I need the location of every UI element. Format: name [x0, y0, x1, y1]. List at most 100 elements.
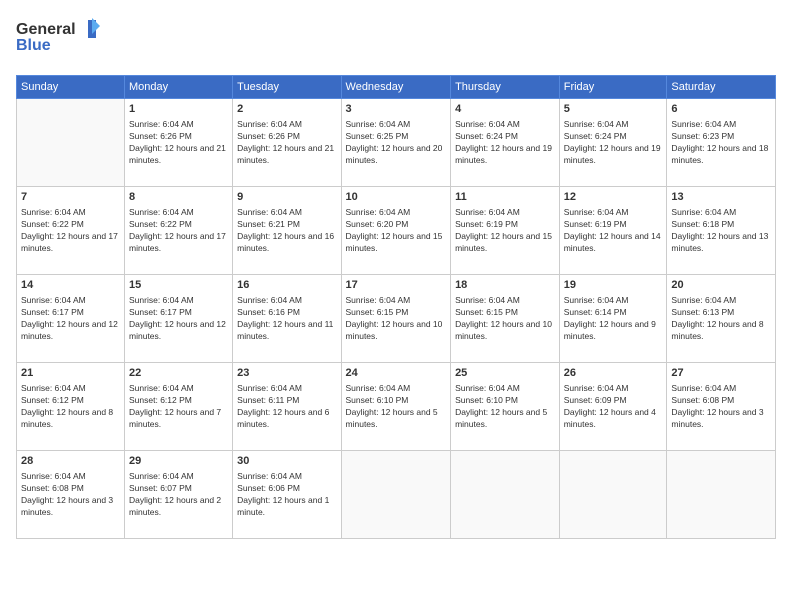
day-number: 11	[455, 190, 555, 205]
day-info: Sunrise: 6:04 AMSunset: 6:24 PMDaylight:…	[564, 119, 663, 167]
calendar-cell	[667, 451, 776, 539]
sunrise-label: Sunrise: 6:04 AM	[455, 383, 520, 393]
sunrise-label: Sunrise: 6:04 AM	[21, 383, 86, 393]
day-number: 22	[129, 366, 228, 381]
calendar-cell: 23Sunrise: 6:04 AMSunset: 6:11 PMDayligh…	[233, 363, 341, 451]
sunrise-label: Sunrise: 6:04 AM	[671, 207, 736, 217]
calendar-cell: 12Sunrise: 6:04 AMSunset: 6:19 PMDayligh…	[559, 187, 667, 275]
day-number: 10	[346, 190, 447, 205]
calendar-cell	[451, 451, 560, 539]
day-header-thursday: Thursday	[451, 76, 560, 99]
calendar-cell: 24 Sunrise: 6:04 AMSunset: 6:10 PMDayligh…	[341, 363, 451, 451]
day-info: Sunrise: 6:04 AM Sunset: 6:23 PM Daylight:…	[671, 119, 771, 167]
calendar-cell: 17Sunrise: 6:04 AMSunset: 6:15 PMDayligh…	[341, 275, 451, 363]
sunset-label: Sunset: 6:24 PM	[455, 131, 518, 141]
day-info: Sunrise: 6:04 AMSunset: 6:08 PMDaylight:…	[21, 471, 120, 519]
day-number: 30	[237, 454, 336, 469]
page: General Blue SundayMondayTuesdayWednesda…	[0, 0, 792, 612]
day-info: Sunrise: 6:04 AMSunset: 6:17 PMDaylight:…	[21, 295, 120, 343]
sunset-label: Sunset: 6:12 PM	[21, 395, 84, 405]
day-number: 1	[129, 102, 228, 117]
day-info: Sunrise: 6:04 AMSunset: 6:10 PMDaylight:…	[346, 383, 447, 431]
daylight-label: Daylight: 12 hours and 17 minutes.	[129, 231, 226, 253]
sunrise-label: Sunrise: 6:04 AM	[671, 119, 736, 129]
logo-content: General Blue	[16, 16, 106, 65]
calendar-week-3: 14 Sunrise: 6:04 AM Sunset: 6:17 PM Dayligh…	[17, 275, 776, 363]
day-info: Sunrise: 6:04 AMSunset: 6:19 PMDaylight:…	[564, 207, 663, 255]
sunset-label: Sunset: 6:24 PM	[564, 131, 627, 141]
sunset-label: Sunset: 6:23 PM	[671, 131, 734, 141]
sunrise-label: Sunrise: 6:04 AM	[237, 207, 302, 217]
daylight-label: Daylight: 12 hours and 8 minutes.	[671, 319, 763, 341]
day-number: 27	[671, 366, 771, 381]
calendar: SundayMondayTuesdayWednesdayThursdayFrid…	[16, 75, 776, 539]
calendar-cell: 26Sunrise: 6:04 AMSunset: 6:09 PMDayligh…	[559, 363, 667, 451]
sunrise-label: Sunrise: 6:04 AM	[21, 295, 86, 305]
day-header-sunday: Sunday	[17, 76, 125, 99]
sunset-label: Sunset: 6:22 PM	[129, 219, 192, 229]
daylight-label: Daylight: 12 hours and 3 minutes.	[671, 407, 763, 429]
svg-text:Blue: Blue	[16, 37, 51, 54]
sunset-label: Sunset: 6:16 PM	[237, 307, 300, 317]
sunrise-label: Sunrise: 6:04 AM	[237, 295, 302, 305]
daylight-label: Daylight: 12 hours and 20 minutes.	[346, 143, 443, 165]
logo-svg: General Blue	[16, 16, 106, 60]
sunset-label: Sunset: 6:14 PM	[564, 307, 627, 317]
daylight-label: Daylight: 12 hours and 18 minutes.	[671, 143, 768, 165]
calendar-week-4: 21Sunrise: 6:04 AMSunset: 6:12 PMDayligh…	[17, 363, 776, 451]
calendar-cell: 14Sunrise: 6:04 AMSunset: 6:17 PMDayligh…	[17, 275, 125, 363]
calendar-cell: 21Sunrise: 6:04 AMSunset: 6:12 PMDayligh…	[17, 363, 125, 451]
sunset-label: Sunset: 6:15 PM	[346, 307, 409, 317]
daylight-label: Daylight: 12 hours and 13 minutes.	[671, 231, 768, 253]
calendar-cell: 18Sunrise: 6:04 AMSunset: 6:15 PMDayligh…	[451, 275, 560, 363]
day-number: 7	[21, 190, 120, 205]
day-number: 16	[237, 278, 336, 293]
calendar-week-2: 7Sunrise: 6:04 AMSunset: 6:22 PMDaylight…	[17, 187, 776, 275]
day-info: Sunrise: 6:04 AM Sunset: 6:16 PM Daylight:…	[237, 295, 336, 343]
calendar-week-5: 28Sunrise: 6:04 AMSunset: 6:08 PMDayligh…	[17, 451, 776, 539]
sunrise-label: Sunrise: 6:04 AM	[564, 207, 629, 217]
day-number: 17	[346, 278, 447, 293]
sunset-label: Sunset: 6:17 PM	[21, 307, 84, 317]
day-number: 25	[455, 366, 555, 381]
day-number: 13	[671, 190, 771, 205]
calendar-cell: 15Sunrise: 6:04 AMSunset: 6:17 PMDayligh…	[125, 275, 233, 363]
daylight-label: Daylight: 12 hours and 19 minutes.	[455, 143, 552, 165]
calendar-cell: 10Sunrise: 6:04 AMSunset: 6:20 PMDayligh…	[341, 187, 451, 275]
sunrise-label: Sunrise: 6:04 AM	[129, 295, 194, 305]
day-number: 2	[237, 102, 336, 117]
calendar-cell: 16 Sunrise: 6:04 AM Sunset: 6:16 PM Dayligh…	[233, 275, 341, 363]
calendar-cell: 5 Sunrise: 6:04 AMSunset: 6:24 PMDaylight…	[559, 99, 667, 187]
day-number: 26	[564, 366, 663, 381]
day-number: 24	[346, 366, 447, 381]
daylight-label: Daylight: 12 hours and 1 minute.	[237, 495, 329, 517]
daylight-label: Daylight: 12 hours and 11 minutes.	[237, 319, 333, 341]
day-info: Sunrise: 6:04 AMSunset: 6:08 PMDaylight:…	[671, 383, 771, 431]
day-number: 9	[237, 190, 336, 205]
daylight-label: Daylight: 12 hours and 5 minutes.	[346, 407, 438, 429]
day-info: Sunrise: 6:04 AMSunset: 6:11 PMDaylight:…	[237, 383, 336, 431]
day-info: Sunrise: 6:04 AMSunset: 6:13 PMDaylight:…	[671, 295, 771, 343]
day-info: Sunrise: 6:04 AMSunset: 6:22 PMDaylight:…	[129, 207, 228, 255]
day-info: Sunrise: 6:04 AMSunset: 6:14 PMDaylight:…	[564, 295, 663, 343]
day-info: Sunrise: 6:04 AMSunset: 6:09 PMDaylight:…	[564, 383, 663, 431]
daylight-label: Daylight: 12 hours and 10 minutes.	[455, 319, 552, 341]
calendar-cell: 2Sunrise: 6:04 AMSunset: 6:26 PMDaylight…	[233, 99, 341, 187]
sunrise-label: Sunrise: 6:04 AM	[455, 119, 520, 129]
day-number: 5	[564, 102, 663, 117]
sunrise-label: Sunrise: 6:04 AM	[129, 119, 194, 129]
sunset-label: Sunset: 6:26 PM	[237, 131, 300, 141]
day-number: 14	[21, 278, 120, 293]
sunset-label: Sunset: 6:09 PM	[564, 395, 627, 405]
day-info: Sunrise: 6:04 AMSunset: 6:15 PMDaylight:…	[455, 295, 555, 343]
day-number: 15	[129, 278, 228, 293]
day-header-wednesday: Wednesday	[341, 76, 451, 99]
calendar-cell	[559, 451, 667, 539]
day-info: Sunrise: 6:04 AM Sunset: 6:24 PM Daylight:…	[455, 119, 555, 167]
sunset-label: Sunset: 6:20 PM	[346, 219, 409, 229]
calendar-cell: 7Sunrise: 6:04 AMSunset: 6:22 PMDaylight…	[17, 187, 125, 275]
sunrise-label: Sunrise: 6:04 AM	[564, 383, 629, 393]
sunrise-label: Sunrise: 6:04 AM	[671, 295, 736, 305]
sunset-label: Sunset: 6:15 PM	[455, 307, 518, 317]
calendar-cell: 4Sunrise: 6:04 AMSunset: 6:24 PMDaylight…	[451, 99, 560, 187]
